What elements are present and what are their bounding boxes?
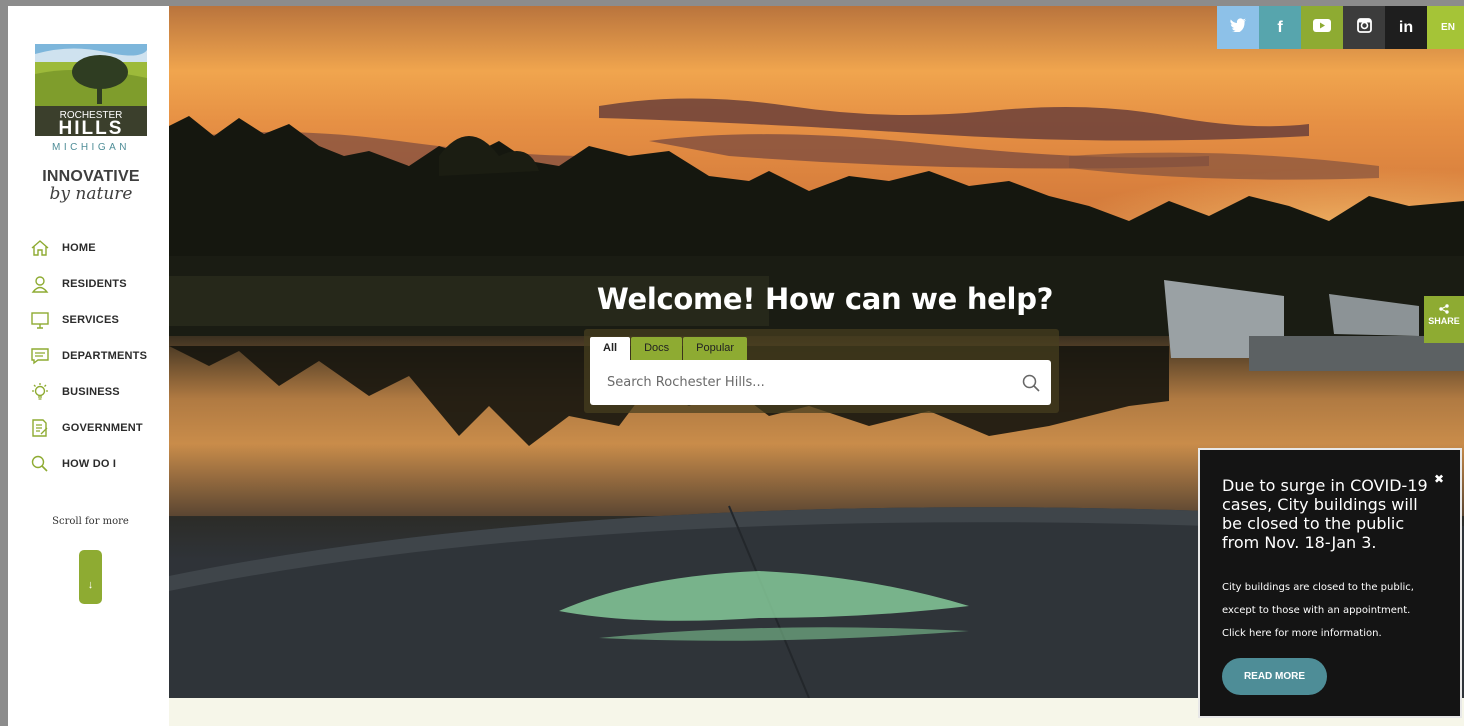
scroll-for-more-label: Scroll for more [52, 516, 129, 527]
tab-all[interactable]: All [590, 337, 631, 360]
home-icon [30, 238, 50, 258]
nav-item-how-do-i[interactable]: HOW DO I [8, 446, 169, 482]
person-icon [30, 274, 50, 294]
social-bar: f in EN [1217, 6, 1464, 49]
nav-item-home[interactable]: HOME [8, 230, 169, 266]
share-label: SHARE [1428, 316, 1460, 326]
language-label: EN [1441, 22, 1455, 33]
tagline-by-nature: by nature [49, 184, 133, 204]
facebook-link[interactable]: f [1259, 6, 1301, 49]
nav-label: HOME [62, 242, 96, 254]
logo-text-hills: HILLS [59, 118, 124, 139]
instagram-link[interactable] [1343, 6, 1385, 49]
nav-item-residents[interactable]: RESIDENTS [8, 266, 169, 302]
nav-item-services[interactable]: SERVICES [8, 302, 169, 338]
nav-label: RESIDENTS [62, 278, 127, 290]
nav-item-government[interactable]: GOVERNMENT [8, 410, 169, 446]
search-input[interactable] [590, 360, 1011, 405]
linkedin-icon: in [1398, 18, 1414, 36]
sidebar: ROCHESTER HILLS MICHIGAN INNOVATIVE by n… [8, 6, 169, 726]
search-tabs: All Docs Popular [590, 337, 748, 360]
language-selector[interactable]: EN [1427, 6, 1464, 49]
nav-item-departments[interactable]: DEPARTMENTS [8, 338, 169, 374]
nav-item-business[interactable]: BUSINESS [8, 374, 169, 410]
alert-body[interactable]: City buildings are closed to the public,… [1222, 576, 1442, 645]
main-nav: HOME RESIDENTS SERVICES DEPARTMENTS BUSI… [8, 230, 169, 482]
alert-title: Due to surge in COVID-19 cases, City bui… [1222, 476, 1428, 552]
alert-body-line: City buildings are closed to the public, [1222, 582, 1414, 593]
tab-popular[interactable]: Popular [683, 337, 748, 360]
twitter-icon [1230, 18, 1246, 37]
nav-label: GOVERNMENT [62, 422, 143, 434]
city-logo[interactable]: ROCHESTER HILLS MICHIGAN [30, 44, 152, 153]
read-more-button[interactable]: READ MORE [1222, 658, 1327, 695]
nav-label: BUSINESS [62, 386, 120, 398]
alert-body-line: except to those with an appointment. [1222, 605, 1411, 616]
facebook-icon: f [1277, 18, 1283, 36]
twitter-link[interactable] [1217, 6, 1259, 49]
monitor-icon [30, 310, 50, 330]
document-edit-icon [30, 418, 50, 438]
tab-docs[interactable]: Docs [631, 337, 683, 360]
nav-label: HOW DO I [62, 458, 117, 470]
nav-label: SERVICES [62, 314, 120, 326]
share-icon [1424, 304, 1464, 316]
covid-alert-popup: ✖ Due to surge in COVID-19 cases, City b… [1198, 448, 1462, 718]
nav-label: DEPARTMENTS [62, 350, 148, 362]
lightbulb-icon [30, 382, 50, 402]
search-panel: All Docs Popular [584, 329, 1059, 413]
alert-body-line: Click here for more information. [1222, 628, 1382, 639]
welcome-heading: Welcome! How can we help? [596, 282, 1054, 316]
search-icon [30, 454, 50, 474]
search-box [590, 360, 1051, 405]
search-submit-icon[interactable] [1011, 360, 1051, 405]
scroll-down-button[interactable]: ↓ [79, 550, 102, 604]
logo-text-michigan: MICHIGAN [52, 142, 130, 152]
instagram-icon [1356, 17, 1372, 38]
tagline: INNOVATIVE by nature [30, 168, 152, 204]
browser-viewport: ROCHESTER HILLS MICHIGAN INNOVATIVE by n… [8, 6, 1464, 726]
arrow-down-icon: ↓ [87, 579, 94, 591]
linkedin-link[interactable]: in [1385, 6, 1427, 49]
youtube-link[interactable] [1301, 6, 1343, 49]
chat-icon [30, 346, 50, 366]
share-button[interactable]: SHARE [1424, 296, 1464, 343]
youtube-icon [1313, 18, 1331, 37]
